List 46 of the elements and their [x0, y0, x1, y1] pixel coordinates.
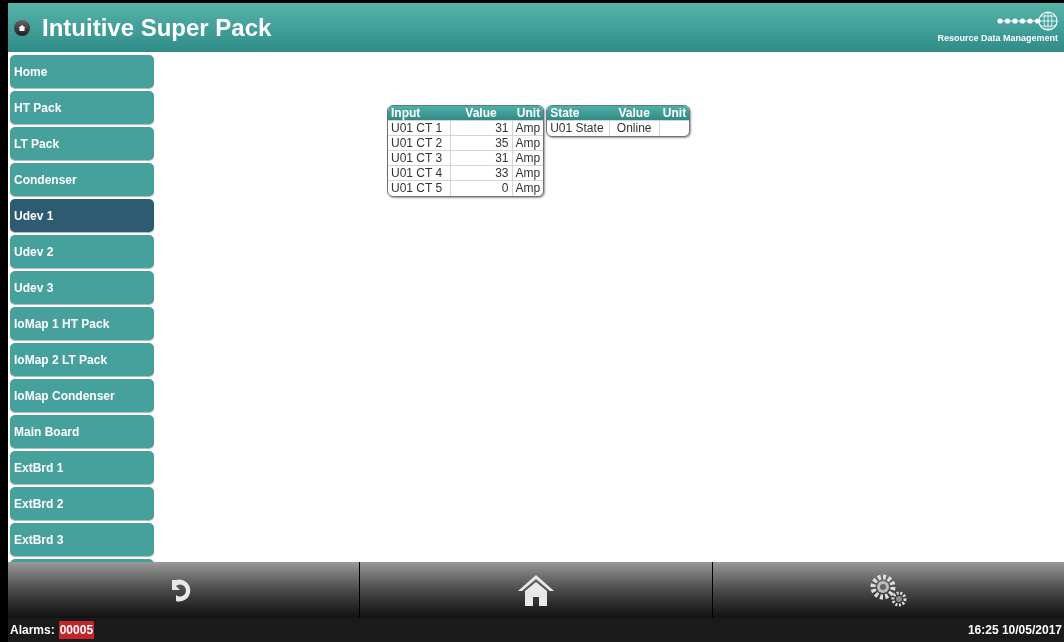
- table-cell: Amp: [515, 151, 541, 165]
- table-cell: 31: [495, 121, 509, 135]
- settings-icon: [868, 573, 909, 607]
- sidebar-item[interactable]: Condenser: [10, 163, 154, 196]
- sidebar-item[interactable]: IoMap 2 LT Pack: [10, 343, 154, 376]
- table-cell: U01 CT 1: [391, 121, 443, 135]
- table-cell: Amp: [515, 181, 541, 196]
- column-header: Value: [609, 106, 660, 121]
- table-cell: Amp: [515, 121, 541, 135]
- sidebar-item[interactable]: LT Pack: [10, 127, 154, 160]
- column-header: State: [547, 106, 610, 121]
- sidebar-item[interactable]: ExtBrd 3: [10, 523, 154, 556]
- sidebar-item[interactable]: IoMap Condenser: [10, 379, 154, 412]
- table-cell: Amp: [515, 166, 541, 180]
- sidebar-item[interactable]: Udev 1: [10, 199, 154, 232]
- table-cell: U01 CT 3: [391, 151, 443, 165]
- sidebar-item[interactable]: IoMap 1 HT Pack: [10, 307, 154, 340]
- sidebar-item[interactable]: ExtBrd 2: [10, 487, 154, 520]
- table-cell: U01 CT 2: [391, 136, 443, 150]
- date-time: 16:25 10/05/2017: [967, 622, 1062, 639]
- logo-icon: [996, 9, 1058, 32]
- table-cell: U01 CT 5: [391, 181, 443, 196]
- alarms-label: Alarms:: [10, 622, 55, 639]
- column-header: Value: [450, 106, 512, 121]
- column-header: Input: [388, 106, 450, 121]
- sidebar-item[interactable]: Main Board: [10, 415, 154, 448]
- table-cell: U01 State: [550, 121, 604, 136]
- home-icon[interactable]: [14, 19, 30, 36]
- home-icon: [517, 573, 555, 607]
- table-cell: 33: [495, 166, 509, 180]
- sidebar-item[interactable]: Udev 3: [10, 271, 154, 304]
- sidebar-item[interactable]: ExtBrd 1: [10, 451, 154, 484]
- alarm-count: 00005: [58, 621, 95, 639]
- sidebar-item[interactable]: HT Pack: [10, 91, 154, 124]
- app-title: Intuitive Super Pack: [42, 12, 272, 43]
- table-cell: 31: [495, 151, 509, 165]
- table-cell: U01 CT 4: [391, 166, 443, 180]
- table-cell: Online: [616, 121, 652, 136]
- sidebar-item[interactable]: Home: [10, 55, 154, 88]
- table-cell: 35: [495, 136, 509, 150]
- sidebar-item[interactable]: Udev 2: [10, 235, 154, 268]
- table-cell: 0: [501, 181, 509, 196]
- table-cell: Amp: [515, 136, 541, 150]
- column-header: Unit: [512, 106, 544, 121]
- logo-caption: Resource Data Management: [937, 31, 1058, 45]
- column-header: Unit: [659, 106, 690, 121]
